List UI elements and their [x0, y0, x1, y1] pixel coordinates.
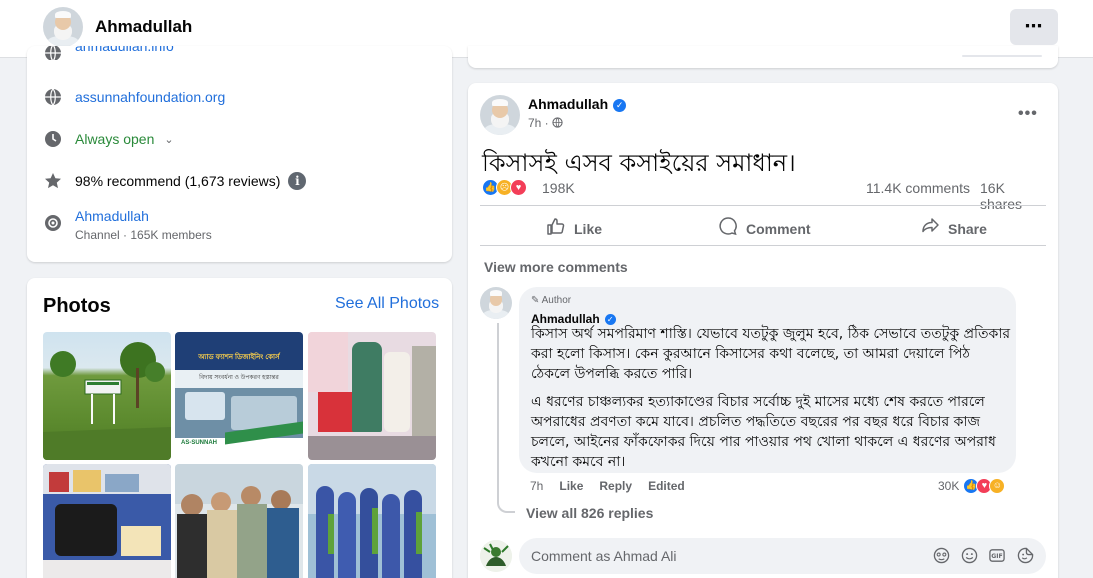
more-options-button[interactable]: ⋯ — [1010, 9, 1058, 45]
previous-post-card — [468, 46, 1058, 68]
photo-thumbnail[interactable] — [175, 464, 303, 578]
comment-button[interactable]: Comment — [718, 216, 811, 241]
divider — [480, 205, 1046, 206]
thread-connector — [497, 479, 515, 513]
comment-count[interactable]: 11.4K comments — [866, 180, 970, 196]
like-label: Like — [574, 220, 603, 237]
hours-status[interactable]: Always open — [75, 131, 154, 147]
comment-edited-label[interactable]: Edited — [648, 479, 685, 493]
verified-badge-icon: ✓ — [613, 99, 627, 112]
comment-author-avatar[interactable] — [480, 287, 512, 319]
intro-rating-row: 98% recommend (1,673 reviews) i — [43, 171, 307, 191]
comment-paragraph: এ ধরণের চাঞ্চল্যকর হত্যাকাণ্ডের বিচার সর… — [531, 394, 996, 470]
care-reaction-icon: ☺ — [989, 478, 1006, 494]
photo-thumbnail[interactable] — [308, 332, 436, 460]
thread-line — [497, 323, 499, 497]
star-icon — [43, 171, 63, 191]
intro-card: ahmadullah.info assunnahfoundation.org A… — [27, 46, 452, 262]
view-all-replies-link[interactable]: View all 826 replies — [526, 505, 653, 521]
author-tag: ✎ Author — [531, 295, 571, 306]
comment-bubble: ✎ Author Ahmadullah ✓ কিসাস অর্থ সমপরিমাণ… — [519, 287, 1016, 473]
see-all-photos-link[interactable]: See All Photos — [335, 295, 439, 313]
profile-avatar[interactable] — [43, 7, 83, 47]
channel-link[interactable]: Ahmadullah — [75, 208, 212, 224]
reaction-count[interactable]: 198K — [542, 180, 575, 196]
svg-text:GIF: GIF — [991, 553, 1003, 560]
author-tag-label: Author — [541, 295, 572, 306]
avatar-sticker-icon[interactable] — [932, 547, 950, 565]
photo-thumbnail[interactable]: অ্যাড ফ্যাশন ডিজাইনিং কোর্স বিদায় সংবর্… — [175, 332, 303, 460]
view-more-comments-link[interactable]: View more comments — [484, 259, 628, 275]
website-link[interactable]: assunnahfoundation.org — [75, 89, 225, 105]
intro-hours-row: Always open ⌄ — [43, 129, 174, 149]
post-card: Ahmadullah ✓ 7h · ••• কিসাসই এসব কসাইয়ের… — [468, 83, 1058, 578]
comment-time[interactable]: 7h — [530, 479, 543, 493]
intro-website-row: assunnahfoundation.org — [43, 87, 225, 107]
comment-icon — [718, 216, 738, 241]
post-author-avatar[interactable] — [480, 95, 520, 135]
channel-icon — [43, 213, 63, 233]
post-timestamp[interactable]: 7h · — [528, 116, 549, 130]
info-icon[interactable]: i — [288, 172, 307, 190]
photos-title: Photos — [43, 295, 111, 317]
photo-banner-org: AS-SUNNAH — [181, 440, 217, 446]
photo-thumbnail[interactable] — [308, 464, 436, 578]
website-link-top[interactable]: ahmadullah.info — [75, 46, 174, 54]
clock-icon — [43, 129, 63, 149]
share-count[interactable]: 16K shares — [980, 180, 1046, 212]
globe-icon — [43, 87, 63, 107]
post-time: 7h · — [528, 116, 563, 130]
reaction-summary: 👍 ☹ ♥ 198K 11.4K comments 16K shares — [482, 179, 1046, 212]
page-name[interactable]: Ahmadullah — [95, 17, 192, 37]
divider — [480, 245, 1046, 246]
globe-icon — [552, 116, 563, 130]
photo-banner-line2: বিদায় সংবর্ধনা ও উপকরণ হস্তান্তর — [199, 375, 279, 381]
comment-reaction-count: 30K — [938, 479, 960, 493]
pencil-icon: ✎ — [531, 295, 540, 306]
post-more-options-button[interactable]: ••• — [1018, 105, 1038, 123]
comment-meta: 7h Like Reply Edited — [530, 479, 701, 493]
globe-icon — [43, 46, 63, 60]
thumbs-up-icon — [546, 216, 566, 241]
intro-website-top-row: ahmadullah.info — [43, 46, 174, 60]
photos-card: Photos See All Photos অ্যাড ফ্যাশন ডিজাই… — [27, 278, 452, 578]
photo-thumbnail[interactable] — [43, 464, 171, 578]
comment-like-button[interactable]: Like — [559, 479, 583, 493]
comment-input-tools: GIF — [932, 547, 1034, 565]
channel-members: Channel · 165K members — [75, 228, 212, 242]
share-label: Share — [948, 220, 987, 237]
rating-text: 98% recommend (1,673 reviews) — [75, 173, 281, 189]
comment-label: Comment — [746, 220, 811, 237]
comment-reply-button[interactable]: Reply — [599, 479, 632, 493]
post-author: Ahmadullah ✓ — [528, 96, 627, 112]
share-icon — [920, 216, 940, 241]
photo-banner-line1: অ্যাড ফ্যাশন ডিজাইনিং কোর্স — [198, 354, 280, 361]
comment-text: কিসাস অর্থ সমপরিমাণ শাস্তি। যেভাবে যতটুক… — [531, 324, 1011, 480]
gif-icon[interactable]: GIF — [988, 547, 1006, 565]
current-user-avatar[interactable] — [480, 540, 512, 572]
comment-input[interactable]: Comment as Ahmad Ali GIF — [519, 538, 1046, 574]
like-button[interactable]: Like — [546, 216, 602, 241]
emoji-icon[interactable] — [960, 547, 978, 565]
love-reaction-icon: ♥ — [510, 179, 527, 196]
sticker-icon[interactable] — [1016, 547, 1034, 565]
share-button[interactable]: Share — [920, 216, 987, 241]
comment-paragraph: কিসাস অর্থ সমপরিমাণ শাস্তি। যেভাবে যতটুক… — [531, 326, 1011, 382]
post-author-name[interactable]: Ahmadullah — [528, 96, 608, 112]
photo-thumbnail[interactable] — [43, 332, 171, 460]
intro-channel-row: Ahmadullah Channel · 165K members — [43, 208, 212, 242]
comment-reactions[interactable]: 30K 👍 ♥ ☺ — [938, 478, 1006, 494]
reaction-icons[interactable]: 👍 ☹ ♥ — [482, 179, 527, 196]
comment-input-placeholder: Comment as Ahmad Ali — [531, 548, 677, 564]
chevron-down-icon[interactable]: ⌄ — [164, 133, 173, 146]
